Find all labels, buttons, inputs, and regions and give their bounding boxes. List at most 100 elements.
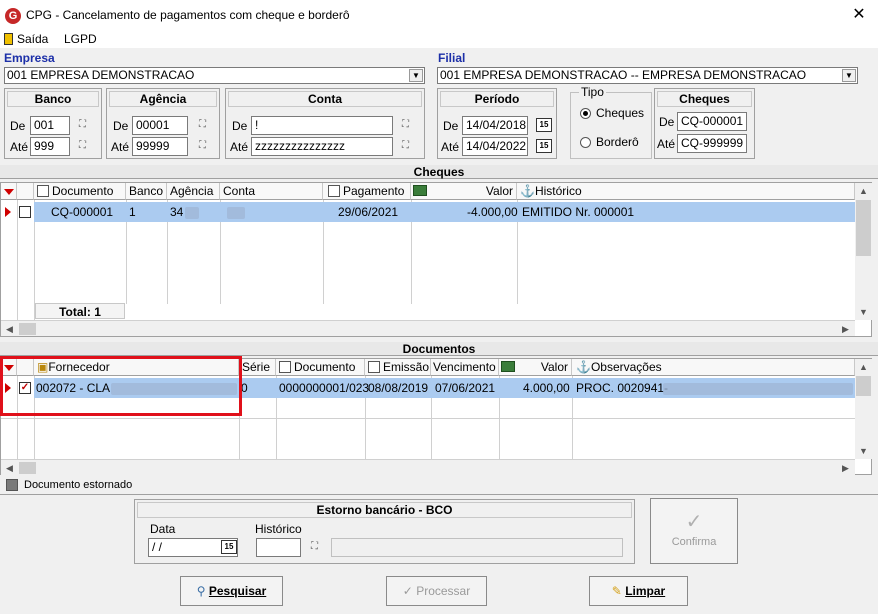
grid-line	[1, 418, 855, 419]
limpar-label: Limpar	[625, 584, 666, 598]
conta-de-label: De	[232, 119, 248, 133]
cheques-de-input[interactable]: CQ-000001	[677, 112, 747, 131]
binoculars-icon[interactable]: ⛶	[79, 140, 86, 151]
tipo-group: Tipo Cheques Borderô	[570, 85, 652, 159]
col-emissao-label: Emissão	[383, 360, 430, 374]
tipo-bordero-radio[interactable]	[580, 137, 591, 148]
scroll-up-icon[interactable]: ▲	[855, 183, 872, 199]
confirma-button[interactable]: ✓ Confirma	[650, 498, 738, 564]
agencia-ate-input[interactable]: 99999	[132, 137, 188, 156]
scroll-thumb[interactable]	[856, 376, 871, 396]
cheques-ate-input[interactable]: CQ-999999	[677, 134, 747, 153]
horizontal-scrollbar[interactable]: ◀ ▶	[1, 459, 855, 475]
close-icon[interactable]: ✕	[848, 5, 870, 25]
scroll-left-icon[interactable]: ◀	[1, 460, 18, 476]
banco-de-input[interactable]: 001	[30, 116, 70, 135]
col-observacoes[interactable]: ⚓Observações	[572, 359, 855, 376]
processar-button[interactable]: ✓ Processar	[386, 576, 487, 606]
vertical-scrollbar[interactable]: ▲ ▼	[855, 183, 872, 320]
col-valor-label: Valor	[540, 360, 568, 374]
periodo-ate-label: Até	[441, 140, 460, 154]
agencia-de-label: De	[113, 119, 129, 133]
menu-lgpd[interactable]: LGPD	[64, 32, 97, 46]
filial-label: Filial	[438, 51, 466, 65]
binoculars-icon[interactable]: ⛶	[199, 140, 206, 151]
conta-de-input[interactable]: !	[251, 116, 393, 135]
periodo-de-input[interactable]: 14/04/2018	[462, 116, 528, 135]
col-serie[interactable]: Série	[239, 359, 276, 376]
conta-ate-input[interactable]: zzzzzzzzzzzzzzz	[251, 137, 393, 156]
redacted-value	[663, 383, 853, 395]
agencia-group: Agência De 00001 ⛶ Até 99999 ⛶	[106, 88, 220, 159]
agencia-title: Agência	[109, 91, 217, 107]
scroll-down-icon[interactable]: ▼	[855, 304, 872, 320]
col-banco[interactable]: Banco	[126, 183, 167, 200]
col-pagamento-label: Pagamento	[343, 184, 405, 198]
title-bar: G CPG - Cancelamento de pagamentos com c…	[0, 0, 878, 30]
calendar-icon[interactable]: 15	[536, 139, 552, 153]
col-historico[interactable]: ⚓Histórico	[517, 183, 855, 200]
scroll-thumb[interactable]	[856, 200, 871, 256]
scroll-right-icon[interactable]: ▶	[837, 321, 854, 337]
scroll-down-icon[interactable]: ▼	[855, 443, 872, 459]
filial-select[interactable]: 001 EMPRESA DEMONSTRACAO -- EMPRESA DEMO…	[437, 67, 858, 84]
tipo-bordero-label[interactable]: Borderô	[596, 135, 639, 149]
window-title: CPG - Cancelamento de pagamentos com che…	[26, 8, 350, 22]
col-valor[interactable]: Valor	[499, 359, 572, 376]
banco-title: Banco	[7, 91, 99, 107]
cell-documento: CQ-000001	[51, 205, 114, 219]
cheques-grid[interactable]: Documento Banco Agência Conta Pagamento …	[0, 182, 872, 337]
check-icon: ✓	[685, 511, 703, 533]
cheques-section-title: Cheques	[0, 165, 878, 179]
binoculars-icon[interactable]: ⛶	[79, 119, 86, 130]
col-historico-label: Histórico	[534, 184, 582, 198]
periodo-ate-input[interactable]: 14/04/2022	[462, 137, 528, 156]
cell-valor: 4.000,00	[523, 381, 570, 395]
horizontal-scrollbar[interactable]: ◀ ▶	[1, 320, 855, 336]
app-logo-icon: G	[5, 8, 21, 24]
col-emissao[interactable]: Emissão	[365, 359, 431, 376]
col-valor[interactable]: Valor	[411, 183, 517, 200]
money-icon	[501, 361, 515, 372]
vertical-scrollbar[interactable]: ▲ ▼	[855, 359, 872, 459]
tipo-cheques-label[interactable]: Cheques	[596, 106, 644, 120]
menu-exit[interactable]: Saída	[17, 32, 48, 46]
scroll-thumb[interactable]	[19, 323, 36, 335]
col-agencia[interactable]: Agência	[167, 183, 220, 200]
agencia-de-input[interactable]: 00001	[132, 116, 188, 135]
row-checkbox[interactable]	[19, 206, 31, 218]
cell-valor: -4.000,00	[467, 205, 518, 219]
calendar-icon[interactable]: 15	[536, 118, 552, 132]
banco-ate-input[interactable]: 999	[30, 137, 70, 156]
col-pagamento[interactable]: Pagamento	[323, 183, 411, 200]
col-conta[interactable]: Conta	[220, 183, 323, 200]
scroll-up-icon[interactable]: ▲	[855, 359, 872, 375]
scroll-left-icon[interactable]: ◀	[1, 321, 18, 337]
col-documento[interactable]: Documento	[276, 359, 365, 376]
conta-ate-label: Até	[230, 140, 249, 154]
estorno-historico-input[interactable]	[256, 538, 301, 557]
chevron-down-icon[interactable]: ▼	[842, 69, 856, 82]
confirma-label: Confirma	[671, 536, 717, 548]
cell-vencimento: 07/06/2021	[435, 381, 496, 395]
tipo-cheques-radio[interactable]	[580, 108, 591, 119]
cheques-filter-title: Cheques	[657, 91, 752, 107]
col-observacoes-label: Observações	[590, 360, 662, 374]
binoculars-icon[interactable]: ⛶	[311, 541, 318, 552]
chevron-down-icon[interactable]: ▼	[409, 69, 423, 82]
calendar-icon[interactable]: 15	[221, 540, 237, 554]
binoculars-icon[interactable]: ⛶	[402, 140, 409, 151]
redacted-value	[227, 207, 245, 219]
scroll-right-icon[interactable]: ▶	[837, 460, 854, 476]
col-documento[interactable]: Documento	[34, 183, 126, 200]
cell-pagamento: 29/06/2021	[338, 205, 399, 219]
limpar-button[interactable]: ✎ Limpar	[589, 576, 688, 606]
empresa-select[interactable]: 001 EMPRESA DEMONSTRACAO ▼	[4, 67, 425, 84]
pesquisar-button[interactable]: ⚲ Pesquisar	[180, 576, 283, 606]
scroll-thumb[interactable]	[19, 462, 36, 474]
col-vencimento[interactable]: Vencimento	[431, 359, 499, 376]
legend-label: Documento estornado	[24, 479, 133, 491]
table-row-selected[interactable]	[34, 202, 855, 222]
binoculars-icon[interactable]: ⛶	[199, 119, 206, 130]
binoculars-icon[interactable]: ⛶	[402, 119, 409, 130]
